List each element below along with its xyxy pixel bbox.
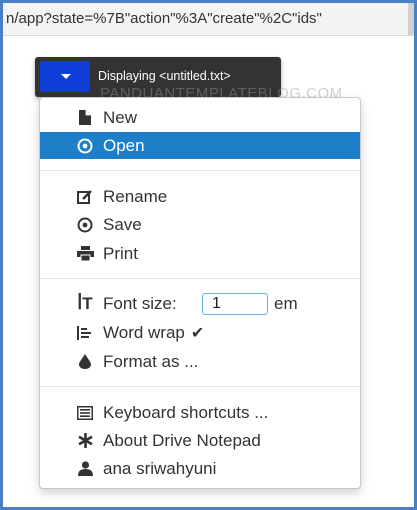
menu-item-label: Word wrap ✔ bbox=[103, 319, 204, 347]
menu-item-user[interactable]: ana sriwahyuni bbox=[40, 455, 360, 482]
list-alt-icon bbox=[75, 399, 95, 426]
file-icon bbox=[75, 104, 95, 131]
menu-toggle-button[interactable] bbox=[40, 61, 90, 92]
caret-down-icon bbox=[61, 74, 71, 79]
tint-icon bbox=[75, 348, 95, 375]
menu-item-about[interactable]: About Drive Notepad bbox=[40, 427, 360, 454]
menu-item-format-as[interactable]: Format as ... bbox=[40, 348, 360, 375]
menu-item-label: About Drive Notepad bbox=[103, 431, 261, 450]
menu-item-save[interactable]: Save bbox=[40, 211, 360, 238]
menu-divider bbox=[40, 278, 360, 279]
menu-item-word-wrap[interactable]: Word wrap ✔ bbox=[40, 319, 360, 346]
menu-item-label: Save bbox=[103, 215, 142, 234]
font-size-input[interactable] bbox=[202, 293, 268, 315]
menu-item-print[interactable]: Print bbox=[40, 240, 360, 267]
font-size-unit: em bbox=[274, 294, 298, 313]
document-status: Displaying <untitled.txt> bbox=[98, 69, 231, 83]
menu-item-keyboard-shortcuts[interactable]: Keyboard shortcuts ... bbox=[40, 399, 360, 426]
menu-item-rename[interactable]: Rename bbox=[40, 183, 360, 210]
user-icon bbox=[75, 455, 95, 482]
eye-icon bbox=[75, 132, 95, 159]
address-url[interactable]: n/app?state=%7B"action"%3A"create"%2C"id… bbox=[6, 10, 322, 27]
menu-item-label: Rename bbox=[103, 187, 168, 206]
menu-divider bbox=[40, 170, 360, 171]
word-wrap-icon bbox=[75, 319, 95, 346]
address-scrollbar[interactable] bbox=[408, 3, 414, 35]
menu-item-open[interactable]: Open bbox=[40, 132, 360, 159]
menu-item-label: ana sriwahyuni bbox=[103, 459, 217, 478]
menu-item-label: Print bbox=[103, 244, 138, 263]
menu-item-label: Format as ... bbox=[103, 352, 199, 371]
menu-item-label: Keyboard shortcuts ... bbox=[103, 403, 269, 422]
printer-icon bbox=[75, 240, 95, 267]
menu-item-new[interactable]: New bbox=[40, 104, 360, 131]
menu-item-label: Open bbox=[103, 136, 145, 155]
asterisk-icon bbox=[75, 427, 95, 454]
edit-icon bbox=[75, 183, 95, 210]
checkmark-icon: ✔ bbox=[190, 325, 205, 342]
save-icon bbox=[75, 211, 95, 238]
menu-item-font-size: ꟾT Font size: em bbox=[40, 290, 360, 317]
font-size-label: Font size: bbox=[103, 294, 177, 313]
text-height-icon: ꟾT bbox=[77, 294, 93, 313]
address-bar[interactable]: n/app?state=%7B"action"%3A"create"%2C"id… bbox=[3, 3, 414, 36]
dropdown-menu: New Open Rename Save Print ꟾT Font size:… bbox=[39, 97, 361, 489]
word-wrap-text: Word wrap bbox=[103, 323, 185, 342]
menu-item-label: New bbox=[103, 108, 138, 127]
menu-divider bbox=[40, 386, 360, 387]
